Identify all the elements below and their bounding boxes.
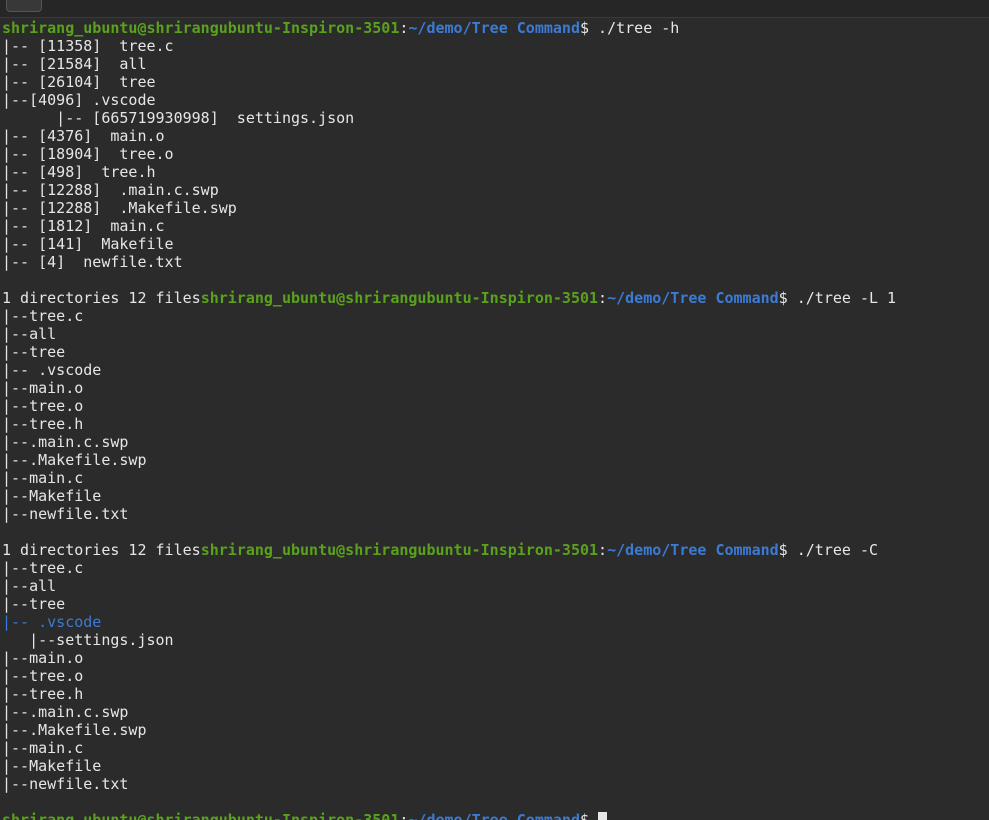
output-line: |--Makefile (2, 487, 102, 505)
output-line: |--settings.json (2, 631, 174, 649)
window-top-bar (0, 0, 989, 18)
output-line: |--main.c (2, 739, 84, 757)
prompt-user: shrirang_ubuntu@shrirangubuntu-Inspiron-… (200, 289, 599, 307)
prompt-path: ~/demo/Tree Command (408, 19, 580, 37)
output-line: |-- [498] tree.h (2, 163, 156, 181)
output-line: |--newfile.txt (2, 505, 129, 523)
output-line: |--main.c (2, 469, 84, 487)
prompt-line: shrirang_ubuntu@shrirangubuntu-Inspiron-… (2, 19, 680, 37)
output-line: |--.Makefile.swp (2, 451, 147, 469)
output-line: |--tree (2, 343, 66, 361)
text-cursor (598, 812, 608, 820)
terminal-output[interactable]: shrirang_ubuntu@shrirangubuntu-Inspiron-… (2, 19, 987, 820)
output-line: |--all (2, 577, 57, 595)
output-line: |-- [665719930998] settings.json (2, 109, 355, 127)
output-line-directory: |-- .vscode (2, 613, 102, 631)
output-line: |--all (2, 325, 57, 343)
output-line: |--.main.c.swp (2, 703, 129, 721)
output-line: |--tree (2, 595, 66, 613)
output-line: |--tree.c (2, 307, 84, 325)
prompt-user: shrirang_ubuntu@shrirangubuntu-Inspiron-… (200, 541, 599, 559)
command-text: ./tree -h (598, 19, 680, 37)
window-menu-button[interactable] (6, 0, 42, 12)
output-line: |--newfile.txt (2, 775, 129, 793)
output-line: |-- [12288] .Makefile.swp (2, 199, 237, 217)
output-line: |--tree.o (2, 667, 84, 685)
output-line: |--.Makefile.swp (2, 721, 147, 739)
output-line: |-- [141] Makefile (2, 235, 174, 253)
summary-text: 1 directories 12 files (2, 541, 201, 559)
output-line: |--Makefile (2, 757, 102, 775)
output-line: |--tree.c (2, 559, 84, 577)
output-line: |-- [18904] tree.o (2, 145, 174, 163)
command-text: ./tree -C (796, 541, 879, 559)
prompt-user: shrirang_ubuntu@shrirangubuntu-Inspiron-… (2, 811, 400, 820)
output-line: |-- [11358] tree.c (2, 37, 174, 55)
prompt-path: ~/demo/Tree Command (408, 811, 580, 820)
command-text: ./tree -L 1 (796, 289, 897, 307)
output-line: |-- [26104] tree (2, 73, 156, 91)
output-line: |-- [1812] main.c (2, 217, 165, 235)
current-prompt-line[interactable]: shrirang_ubuntu@shrirangubuntu-Inspiron-… (2, 811, 987, 820)
prompt-line: 1 directories 12 filesshrirang_ubuntu@sh… (2, 541, 879, 559)
prompt-user: shrirang_ubuntu@shrirangubuntu-Inspiron-… (2, 19, 400, 37)
prompt-path: ~/demo/Tree Command (607, 541, 779, 559)
output-line: |--tree.h (2, 415, 84, 433)
output-line: |--main.o (2, 379, 84, 397)
output-line: |-- [12288] .main.c.swp (2, 181, 219, 199)
output-line: |--main.o (2, 649, 84, 667)
output-line: |-- .vscode (2, 361, 102, 379)
output-line: |--tree.o (2, 397, 84, 415)
output-line: |--.main.c.swp (2, 433, 129, 451)
output-line: |-- [4376] main.o (2, 127, 165, 145)
output-line: |--[4096] .vscode (2, 91, 156, 109)
prompt-line: 1 directories 12 filesshrirang_ubuntu@sh… (2, 289, 897, 307)
prompt-path: ~/demo/Tree Command (607, 289, 779, 307)
output-line: |--tree.h (2, 685, 84, 703)
output-line: |-- [4] newfile.txt (2, 253, 183, 271)
output-line: |-- [21584] all (2, 55, 147, 73)
summary-text: 1 directories 12 files (2, 289, 201, 307)
